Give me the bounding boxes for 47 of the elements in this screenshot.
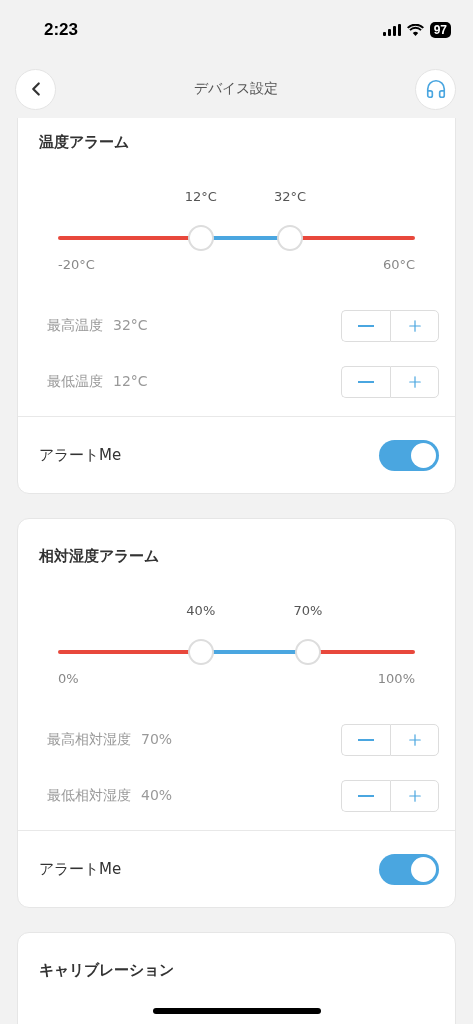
limit-label: 最高温度 — [47, 317, 103, 335]
minus-icon — [358, 325, 374, 327]
slider-thumb[interactable] — [277, 225, 304, 251]
alert-toggle[interactable] — [379, 853, 439, 885]
limit-label: 最低相対湿度 — [47, 787, 131, 805]
thumb-value: 12°C — [184, 189, 217, 204]
support-button[interactable] — [415, 68, 456, 110]
slider-thumb[interactable] — [294, 639, 321, 665]
minus-button[interactable] — [341, 724, 390, 756]
thumb-value: 70% — [293, 603, 323, 618]
slider-thumb[interactable] — [187, 225, 214, 251]
max-label: 100% — [377, 671, 415, 686]
card-title: キャリブレーション — [39, 960, 175, 981]
minus-icon — [358, 381, 374, 383]
alert-label: アラートMe — [39, 859, 122, 879]
plus-button[interactable] — [390, 780, 439, 812]
battery-level: 97 — [429, 22, 451, 38]
alert-label: アラートMe — [39, 445, 122, 465]
limit-value: 32°C — [113, 317, 148, 335]
headset-icon — [424, 78, 447, 100]
back-button[interactable] — [15, 68, 56, 110]
limit-value: 70% — [141, 731, 173, 749]
minus-button[interactable] — [341, 780, 390, 812]
plus-button[interactable] — [390, 310, 439, 342]
wifi-icon — [406, 24, 424, 36]
thumb-value: 32°C — [274, 189, 307, 204]
limit-label: 最高相対湿度 — [47, 731, 131, 749]
plus-button[interactable] — [390, 724, 439, 756]
card-title: 相対湿度アラーム — [39, 546, 160, 567]
minus-icon — [358, 795, 374, 797]
card-title: 温度アラーム — [39, 132, 130, 153]
alert-toggle[interactable] — [379, 439, 439, 471]
minus-button[interactable] — [341, 310, 390, 342]
limit-value: 40% — [141, 787, 173, 805]
minus-icon — [358, 739, 374, 741]
thumb-value: 40% — [186, 603, 216, 618]
signal-icon — [382, 24, 401, 36]
max-label: 60°C — [382, 257, 415, 272]
limit-value: 12°C — [113, 373, 148, 391]
limit-label: 最低温度 — [47, 373, 103, 391]
status-time: 2:23 — [44, 20, 79, 40]
slider-thumb[interactable] — [187, 639, 214, 665]
min-label: 0% — [58, 671, 79, 686]
min-label: -20°C — [58, 257, 95, 272]
minus-button[interactable] — [341, 366, 390, 398]
page-title: デバイス設定 — [193, 80, 278, 98]
plus-button[interactable] — [390, 366, 439, 398]
